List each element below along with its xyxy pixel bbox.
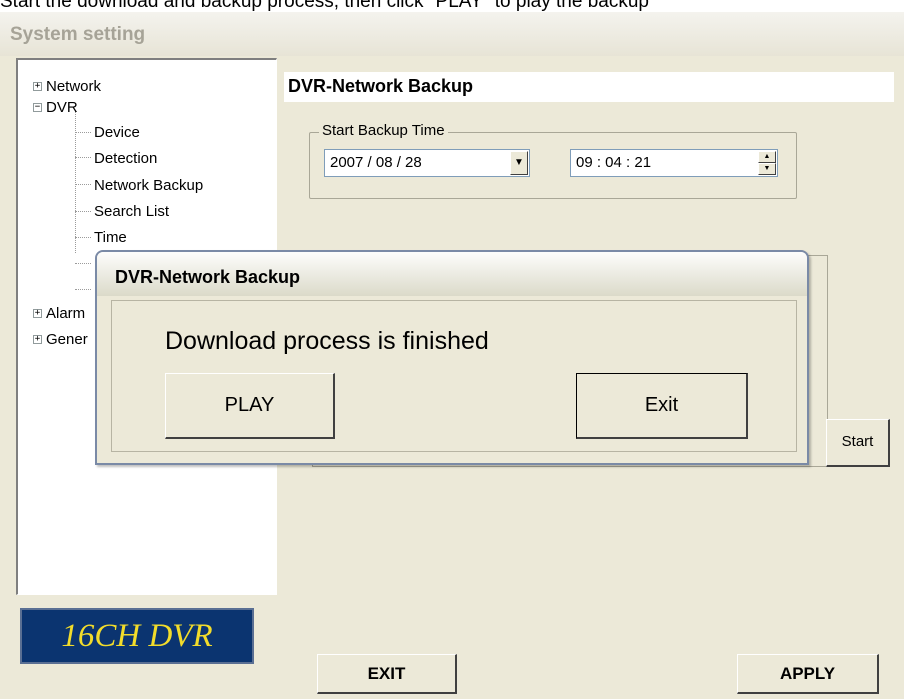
plus-expander-icon[interactable]: + xyxy=(33,82,42,91)
minus-expander-icon[interactable]: − xyxy=(33,103,42,112)
panel-title: DVR-Network Backup xyxy=(288,76,474,96)
play-button[interactable]: PLAY xyxy=(165,373,335,439)
top-caption: Start the download and backup process, t… xyxy=(0,0,649,11)
spin-up-icon[interactable]: ▲ xyxy=(758,151,776,163)
window-title: System setting xyxy=(10,24,146,45)
tree-connector xyxy=(75,289,91,290)
start-backup-time-label: Start Backup Time xyxy=(319,122,448,139)
date-value: 2007 / 08 / 28 xyxy=(330,154,422,171)
dialog-titlebar: DVR-Network Backup xyxy=(97,252,807,296)
window-titlebar: System setting xyxy=(0,12,904,56)
dialog-message: Download process is finished xyxy=(165,327,489,355)
date-picker[interactable]: 2007 / 08 / 28 ▼ xyxy=(324,149,530,177)
spinner-arrows-icon[interactable]: ▲ ▼ xyxy=(758,151,776,175)
tree-connector xyxy=(75,263,91,264)
tree-item-general[interactable]: Gener xyxy=(46,331,88,349)
tree-connector xyxy=(75,237,91,238)
spin-down-icon[interactable]: ▼ xyxy=(758,163,776,175)
tree-item-device[interactable]: Device xyxy=(94,124,140,142)
panel-title-bar: DVR-Network Backup xyxy=(284,72,894,102)
plus-expander-icon[interactable]: + xyxy=(33,335,42,344)
tree-item-network[interactable]: Network xyxy=(46,78,101,96)
tree-item-detection[interactable]: Detection xyxy=(94,150,157,168)
tree-connector xyxy=(75,211,91,212)
tree-connector xyxy=(75,184,91,185)
apply-button[interactable]: APPLY xyxy=(737,654,879,694)
tree-connector xyxy=(75,157,91,158)
tree-item-alarm[interactable]: Alarm xyxy=(46,305,85,323)
tree-item-network-backup[interactable]: Network Backup xyxy=(94,177,203,195)
start-button[interactable]: Start xyxy=(826,419,890,467)
tree-item-search-list[interactable]: Search List xyxy=(94,203,169,221)
logo-text: 16CH DVR xyxy=(61,618,213,654)
dvr-logo: 16CH DVR xyxy=(20,608,254,664)
tree-connector xyxy=(75,132,91,133)
dropdown-arrow-icon[interactable]: ▼ xyxy=(510,151,528,175)
time-picker[interactable]: 09 : 04 : 21 ▲ ▼ xyxy=(570,149,778,177)
plus-expander-icon[interactable]: + xyxy=(33,309,42,318)
dialog-exit-button[interactable]: Exit xyxy=(576,373,748,439)
tree-item-time[interactable]: Time xyxy=(94,229,127,247)
exit-button[interactable]: EXIT xyxy=(317,654,457,694)
time-value: 09 : 04 : 21 xyxy=(576,154,652,171)
dialog-title: DVR-Network Backup xyxy=(115,267,301,287)
download-finished-dialog: DVR-Network Backup Download process is f… xyxy=(95,250,809,465)
tree-item-dvr[interactable]: DVR xyxy=(46,99,78,117)
